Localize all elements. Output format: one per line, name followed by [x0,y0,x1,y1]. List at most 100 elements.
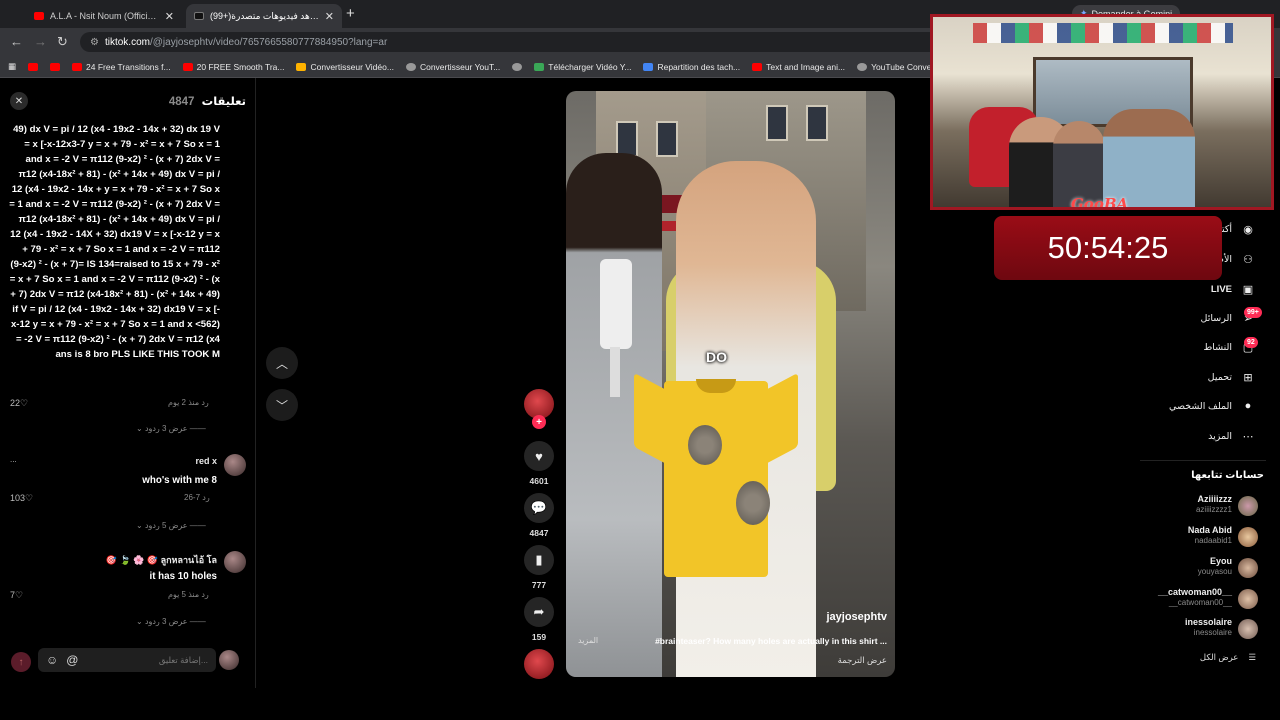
bookmark-6[interactable]: Convertisseur YouT... [405,61,501,72]
following-account[interactable]: inessolaire inessolaire [1118,617,1258,641]
shirt-hole [736,481,770,525]
translate-link[interactable]: عرض الترجمة [838,655,887,666]
view-replies[interactable]: ⌄ عرض 3 ردود —— [136,617,206,626]
reply-link[interactable]: رد [201,590,208,599]
following-account[interactable]: Eyou youyasou [1118,556,1258,580]
avatar[interactable] [224,551,246,573]
following-account[interactable]: Aziiiizzz aziiiizzzz1 [1118,494,1258,518]
docs-icon [643,62,654,71]
chevron-down-icon: ﹀ [275,398,288,413]
convert-icon [405,62,416,71]
comment-text: it has 10 holes [149,571,217,582]
sidebar-item-label: LIVE [1210,283,1232,295]
divider [1140,460,1266,461]
bookmark-10[interactable]: Text and Image ani... [752,62,845,72]
comment-button[interactable]: 💬 [524,493,554,523]
mention-icon[interactable]: @ [66,653,78,667]
comment-meta: رد منذ 5 يوم [168,590,209,599]
comment-like-count[interactable]: 103♡ [10,493,33,504]
comment-username[interactable]: 🎯 🍃 🌸 🎯 ลูกหลานไอ้ โล [106,553,217,567]
reply-link[interactable]: رد [202,493,209,502]
like-count: 4601 [529,476,549,486]
tab-tiktok[interactable]: (99+)شاهد فيديوهات متصدرة | ... ✕ [186,4,342,28]
bookmark-label: Convertisseur YouT... [419,61,501,72]
youtube-icon [34,12,44,20]
close-tab-icon[interactable]: ✕ [165,10,174,23]
window [656,121,678,157]
account-name: inessolaire [1184,617,1232,627]
reply-link[interactable]: رد [201,398,208,407]
comments-count: 4847 [168,96,195,108]
more-options-icon[interactable]: ... [10,455,17,464]
avatar [1238,589,1258,609]
sidebar-item-live[interactable]: ▣ LIVE [1211,282,1256,296]
comment-input[interactable]: ☺ @ إضافة تعليق... [38,648,216,672]
following-account[interactable]: __catwoman00__ __catwoman00__ [1118,587,1258,611]
avatar-icon: ◉ [1243,223,1253,236]
view-replies[interactable]: ⌄ عرض 5 ردود —— [136,521,206,530]
bookmark-label: 20 FREE Smooth Tra... [196,61,285,72]
username-emoji: 🎯 🍃 🌸 🎯 [105,555,159,565]
forward-icon[interactable]: → [34,34,47,49]
tiktok-icon [194,12,204,20]
tab-youtube[interactable]: A.L.A - Nsit Noum (Official Mus... ✕ [26,4,182,28]
video-author[interactable]: jayjosephtv [826,611,887,623]
overlay-caption: DO [706,349,727,365]
save-button[interactable]: ▮ [524,545,554,575]
activity-badge: 92 [1244,337,1258,348]
avatar[interactable] [224,454,246,476]
sidebar-item-profile[interactable]: ● الملف الشخصي [1169,399,1256,413]
users-icon: ⚇ [1243,253,1253,266]
video-player[interactable]: DO jayjosephtv المزيد #brainteaser? How … [566,91,895,677]
bookmark-2[interactable] [50,62,61,71]
site-info-icon[interactable]: ⚙ [90,37,99,48]
youtube-icon [182,62,193,71]
see-all-link[interactable]: عرض الكل ☰ [1200,652,1256,663]
bookmark-9[interactable]: Repartition des tach... [643,62,740,72]
emoji-icon[interactable]: ☺ [46,653,58,667]
tab-title: A.L.A - Nsit Noum (Official Mus... [50,11,159,21]
my-avatar [219,650,239,670]
send-icon[interactable]: ↑ [11,652,31,672]
comments-title: تعليقات 4847 [169,94,246,108]
more-link[interactable]: المزيد [578,636,598,645]
see-all-label: عرض الكل [1199,652,1239,662]
sidebar-item-more[interactable]: ⋯ المزيد [1208,429,1256,443]
bookmark-1[interactable] [28,62,39,71]
like-count: 22 [10,398,21,408]
bookmark-7[interactable] [512,62,523,71]
comment-username[interactable]: red x [195,456,217,466]
bookmark-5[interactable]: Convertisseur Vidéo... [296,62,394,72]
bookmark-3[interactable]: 24 Free Transitions f... [72,62,171,72]
comment-like-count[interactable]: 22♡ [10,398,28,409]
share-count: 159 [531,632,547,642]
sidebar-item-label: الملف الشخصي [1169,400,1232,412]
upload-icon: ⊞ [1243,371,1253,384]
new-tab-button[interactable]: + [346,5,355,22]
music-disc-icon[interactable] [524,649,554,679]
apps-icon[interactable]: ▦ [8,61,16,72]
youtube-icon [72,62,83,71]
bookmark-4[interactable]: 20 FREE Smooth Tra... [182,61,285,72]
follow-plus-icon[interactable]: + [532,415,546,429]
messages-badge: 99+ [1244,307,1262,318]
account-handle: aziiiizzzz1 [1195,505,1232,514]
comment-like-count[interactable]: 7♡ [10,590,23,601]
share-button[interactable]: ➦ [524,597,554,627]
close-tab-icon[interactable]: ✕ [325,10,334,23]
sidebar-item-upload[interactable]: ⊞ تحميل [1208,370,1256,384]
following-account[interactable]: Nada Abid nadaabid1 [1118,525,1258,549]
account-name: Eyou [1209,556,1232,566]
webcam-overlay: GooBA [930,14,1274,210]
like-button[interactable]: ♥ [524,441,554,471]
back-icon[interactable]: ← [10,34,23,49]
previous-video-button[interactable]: ︿ [266,347,298,379]
address-bar[interactable]: ⚙ tiktok.com/@jayjosephtv/video/76576655… [80,32,940,52]
bookmark-8[interactable]: Télécharger Vidéo Y... [534,62,631,72]
youtube-icon [28,62,39,71]
following-title: حسابات تتابعها [1191,470,1264,481]
reload-icon[interactable]: ↻ [57,34,68,50]
next-video-button[interactable]: ﹀ [266,389,298,421]
close-icon[interactable]: ✕ [10,92,28,110]
view-replies[interactable]: ⌄ عرض 3 ردود —— [136,424,206,433]
